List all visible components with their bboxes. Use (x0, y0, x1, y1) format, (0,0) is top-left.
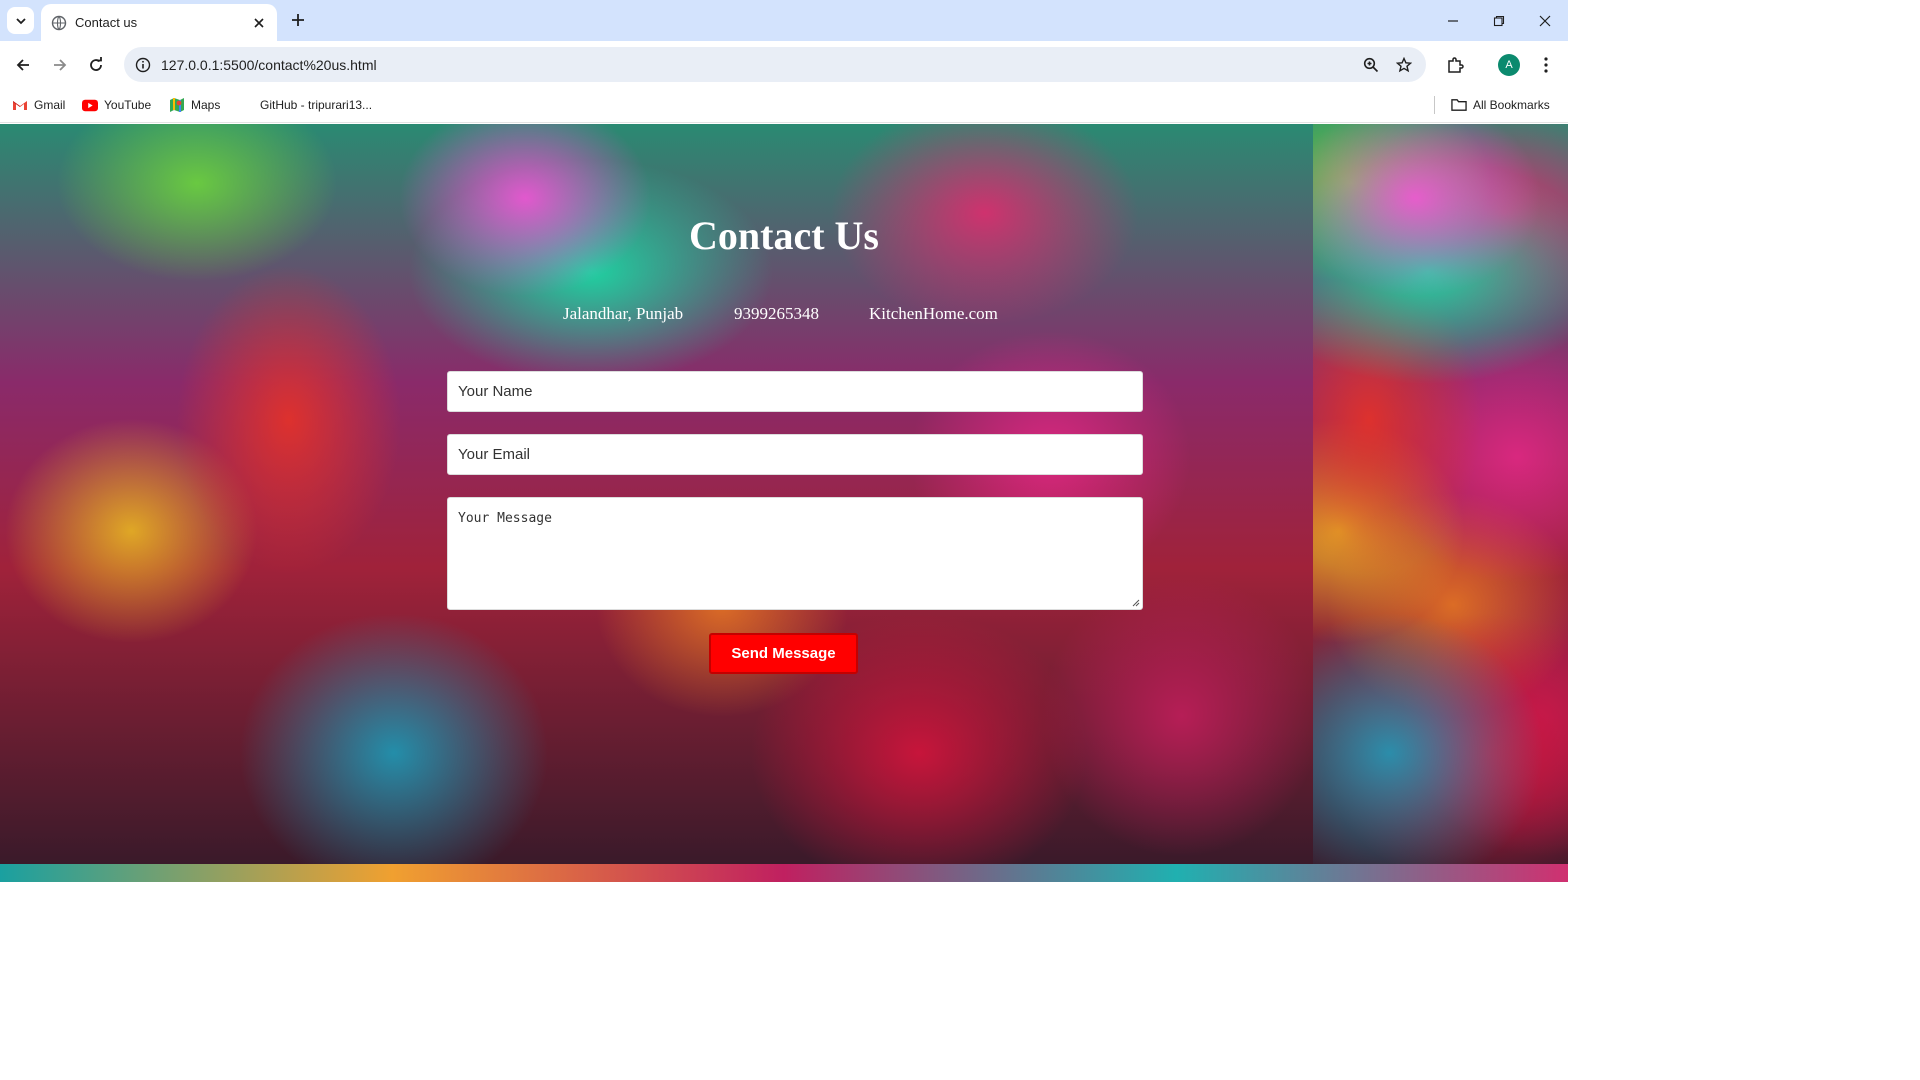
tab-close-button[interactable] (251, 15, 267, 31)
bookmarks-divider (1434, 96, 1435, 114)
message-placeholder: Your Message (458, 511, 552, 526)
contact-location: Jalandhar, Punjab (563, 304, 684, 323)
site-info-icon[interactable] (133, 55, 153, 75)
restore-icon (1493, 15, 1505, 26)
kebab-menu-icon (1544, 57, 1548, 73)
maps-icon (169, 97, 185, 113)
new-tab-button[interactable] (287, 9, 309, 31)
send-message-button[interactable]: Send Message (709, 633, 858, 674)
resize-grip-icon[interactable] (1130, 597, 1140, 607)
browser-menu-button[interactable] (1535, 53, 1557, 77)
bookmark-star-icon[interactable] (1393, 54, 1415, 76)
bookmark-maps[interactable]: Maps (169, 95, 220, 115)
chevron-down-icon (15, 17, 26, 24)
folder-icon (1451, 97, 1467, 113)
active-tab[interactable]: Contact us (41, 4, 277, 41)
bookmark-label: YouTube (104, 98, 152, 112)
url-text[interactable]: 127.0.0.1:5500/contact%20us.html (161, 57, 1360, 73)
bookmark-youtube[interactable]: YouTube (82, 95, 151, 115)
address-bar[interactable]: 127.0.0.1:5500/contact%20us.html (124, 47, 1426, 82)
reload-button[interactable] (83, 52, 109, 78)
name-input[interactable]: Your Name (447, 371, 1143, 412)
reload-icon (90, 57, 102, 71)
window-controls (1430, 0, 1568, 41)
bookmark-label: GitHub - tripurari13... (260, 98, 373, 112)
back-button[interactable] (10, 52, 36, 78)
arrow-right-icon (54, 59, 67, 71)
close-icon (1539, 15, 1551, 26)
restore-button[interactable] (1476, 0, 1522, 41)
contact-website: KitchenHome.com (869, 304, 998, 323)
arrow-left-icon (16, 59, 29, 71)
background-bottom-strip (0, 864, 1568, 882)
name-placeholder: Your Name (458, 383, 533, 400)
extensions-button[interactable] (1443, 53, 1467, 77)
all-bookmarks-button[interactable]: All Bookmarks (1451, 95, 1550, 115)
globe-icon (51, 15, 67, 30)
youtube-icon (82, 97, 98, 113)
page-title: Contact Us (689, 213, 879, 258)
bookmark-label: Gmail (34, 98, 66, 112)
bookmark-github[interactable]: GitHub - tripurari13... (260, 95, 372, 115)
close-icon (254, 17, 264, 28)
page-viewport: Contact Us Jalandhar, Punjab 9399265348 … (0, 124, 1568, 882)
bookmark-gmail[interactable]: Gmail (12, 95, 65, 115)
plus-icon (292, 14, 304, 26)
all-bookmarks-label: All Bookmarks (1473, 98, 1550, 112)
forward-button[interactable] (47, 52, 73, 78)
tab-title: Contact us (75, 15, 138, 30)
email-placeholder: Your Email (458, 446, 530, 463)
email-input[interactable]: Your Email (447, 434, 1143, 475)
browser-toolbar: 127.0.0.1:5500/contact%20us.html A (0, 41, 1568, 88)
contact-phone: 9399265348 (734, 304, 819, 323)
minimize-button[interactable] (1430, 0, 1476, 41)
close-window-button[interactable] (1522, 0, 1568, 41)
tab-search-button[interactable] (7, 7, 34, 34)
puzzle-icon (1448, 57, 1464, 73)
bookmarks-bar: Gmail YouTube Maps GitHub - tripurari13.… (0, 88, 1568, 123)
bookmark-label: Maps (191, 98, 221, 112)
profile-avatar[interactable]: A (1498, 54, 1520, 76)
message-textarea[interactable]: Your Message (447, 497, 1143, 610)
minimize-icon (1448, 19, 1458, 22)
zoom-icon[interactable] (1360, 54, 1382, 76)
browser-titlebar: Contact us (0, 0, 1568, 41)
gmail-icon (12, 97, 28, 113)
